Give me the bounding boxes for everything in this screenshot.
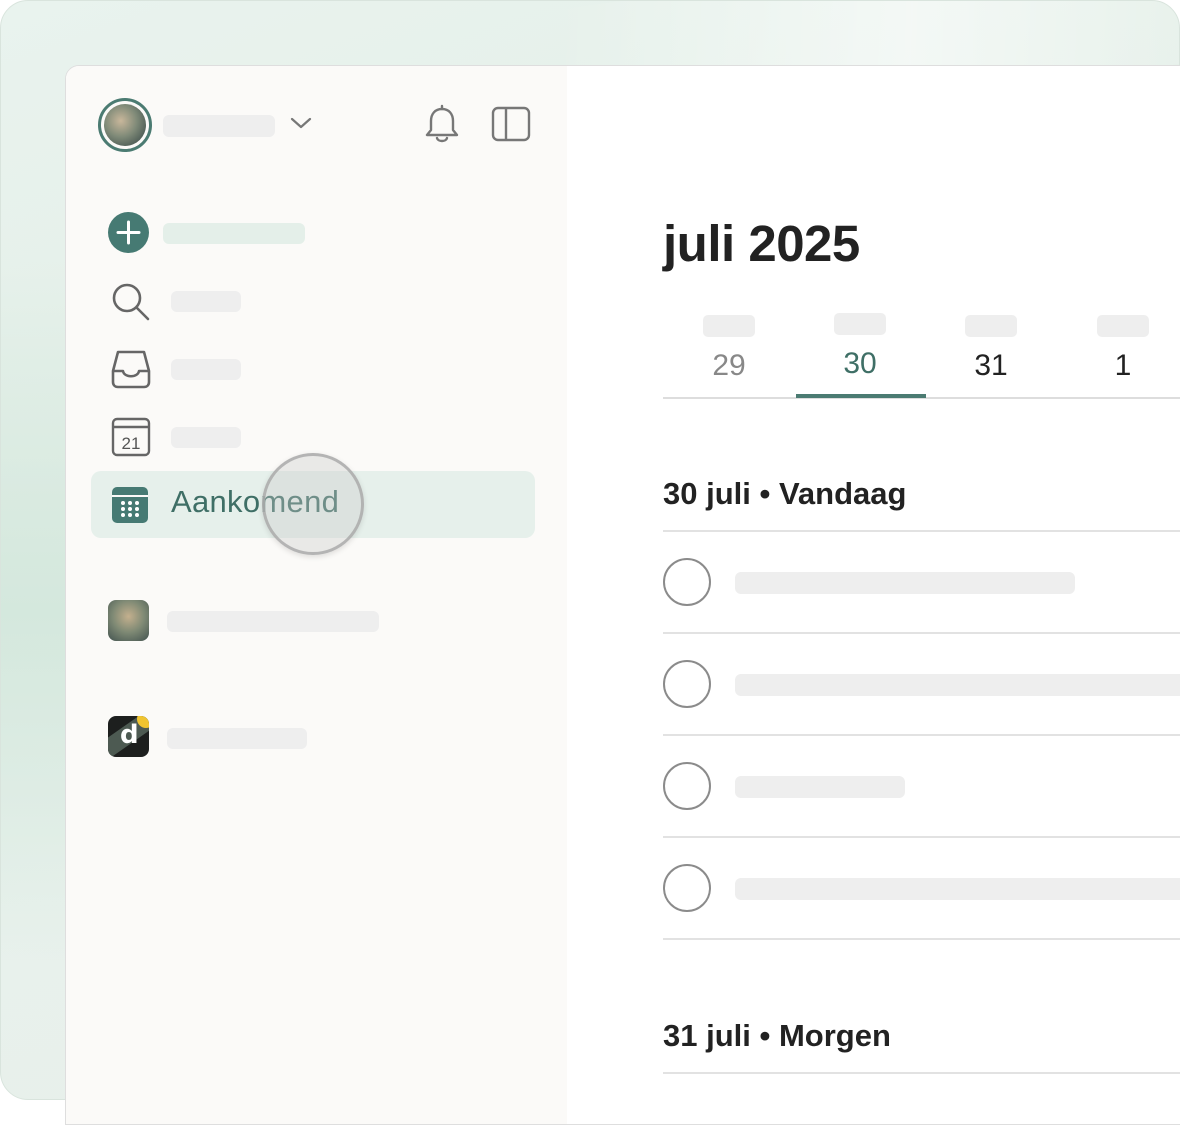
section-divider bbox=[663, 530, 1180, 532]
section-divider bbox=[663, 1072, 1180, 1074]
task-divider bbox=[663, 734, 1180, 736]
section-title-today: 30 juli • Vandaag bbox=[663, 476, 907, 511]
main-content: juli 2025 29 30 31 1 30 juli • Vandaag 3… bbox=[567, 66, 1180, 1124]
app-window: 21 Aankomend d juli 2025 29 30 31 1 30 j… bbox=[65, 65, 1180, 1125]
team-name-placeholder[interactable] bbox=[167, 728, 307, 749]
weekday-placeholder bbox=[834, 313, 886, 335]
task-title-placeholder[interactable] bbox=[735, 776, 905, 798]
selected-day-indicator bbox=[796, 394, 926, 398]
bell-icon[interactable] bbox=[424, 104, 460, 146]
chevron-down-icon[interactable] bbox=[288, 114, 314, 132]
day-number: 1 bbox=[1114, 349, 1132, 382]
task-checkbox[interactable] bbox=[663, 762, 711, 810]
user-avatar[interactable] bbox=[98, 98, 152, 152]
add-task-button[interactable] bbox=[108, 212, 149, 253]
add-task-label-placeholder[interactable] bbox=[163, 223, 305, 244]
calendar-today-icon[interactable]: 21 bbox=[111, 417, 151, 457]
today-number: 21 bbox=[122, 434, 141, 453]
today-label-placeholder[interactable] bbox=[171, 427, 241, 448]
weekday-placeholder bbox=[965, 315, 1017, 337]
inbox-icon[interactable] bbox=[110, 349, 152, 391]
project-avatar[interactable] bbox=[108, 600, 149, 641]
task-title-placeholder[interactable] bbox=[735, 572, 1075, 594]
page-title: juli 2025 bbox=[663, 215, 860, 272]
team-avatar-letter: d bbox=[120, 720, 139, 750]
sidebar: 21 Aankomend d bbox=[66, 66, 567, 1124]
upcoming-calendar-icon bbox=[112, 487, 148, 523]
team-avatar[interactable]: d bbox=[108, 716, 149, 757]
task-divider bbox=[663, 632, 1180, 634]
section-title-tomorrow: 31 juli • Morgen bbox=[663, 1018, 891, 1053]
week-day-29[interactable]: 29 bbox=[664, 311, 794, 398]
task-divider bbox=[663, 836, 1180, 838]
avatar-image bbox=[104, 104, 146, 146]
sidebar-panel-icon[interactable] bbox=[491, 106, 531, 142]
click-cursor-indicator bbox=[262, 453, 364, 555]
week-day-30[interactable]: 30 bbox=[795, 311, 925, 398]
task-title-placeholder[interactable] bbox=[735, 878, 1180, 900]
inbox-label-placeholder[interactable] bbox=[171, 359, 241, 380]
project-name-placeholder[interactable] bbox=[167, 611, 379, 632]
week-day-31[interactable]: 31 bbox=[926, 311, 1056, 398]
task-checkbox[interactable] bbox=[663, 864, 711, 912]
day-number: 30 bbox=[843, 347, 877, 380]
plus-icon bbox=[116, 220, 141, 245]
week-day-1[interactable]: 1 bbox=[1058, 311, 1180, 398]
task-checkbox[interactable] bbox=[663, 660, 711, 708]
weekday-placeholder bbox=[703, 315, 755, 337]
day-number: 29 bbox=[712, 349, 746, 382]
search-label-placeholder[interactable] bbox=[171, 291, 241, 312]
day-number: 31 bbox=[974, 349, 1008, 382]
account-name-placeholder[interactable] bbox=[163, 115, 275, 137]
task-title-placeholder[interactable] bbox=[735, 674, 1180, 696]
weekday-placeholder bbox=[1097, 315, 1149, 337]
search-icon[interactable] bbox=[110, 281, 152, 323]
task-checkbox[interactable] bbox=[663, 558, 711, 606]
task-divider bbox=[663, 938, 1180, 940]
